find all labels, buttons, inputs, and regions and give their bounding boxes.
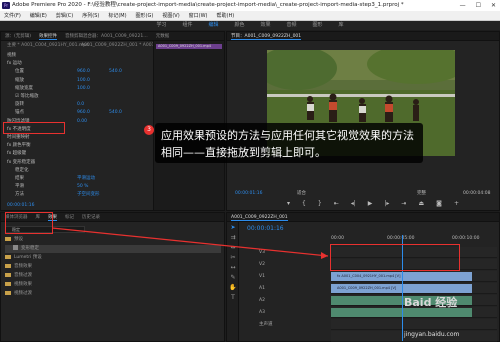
drag-arrow	[51, 227, 329, 259]
step-number-badge: 3	[144, 125, 154, 135]
instruction-callout: 应用效果预设的方法与应用任何其它视觉效果的方法相同——直接拖放到剪辑上即可。	[155, 123, 423, 163]
baidu-watermark-logo: Baid 经验	[404, 296, 458, 309]
watermark-url: jingyan.baidu.com	[404, 331, 460, 338]
